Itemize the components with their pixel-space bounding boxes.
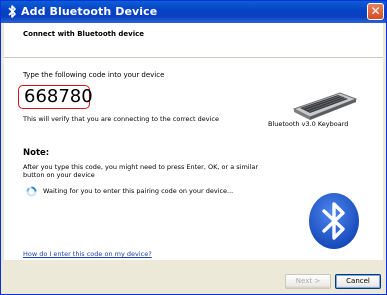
bluetooth-logo-icon (309, 193, 359, 249)
note-body: After you type this code, you might need… (23, 163, 259, 179)
next-button[interactable]: Next > (285, 274, 331, 289)
bluetooth-icon (8, 5, 16, 18)
cancel-button[interactable]: Cancel (335, 274, 381, 289)
add-bluetooth-device-window: Add Bluetooth Device ✕ Connect with Blue… (0, 0, 387, 295)
waiting-status: Waiting for you to enter this pairing co… (43, 187, 234, 195)
dialog-subtitle: Connect with Bluetooth device (23, 30, 145, 38)
pairing-code: 668780 (24, 86, 93, 107)
busy-spinner-icon (26, 186, 37, 197)
pairing-instruction: Type the following code into your device (23, 71, 165, 79)
device-name: Bluetooth v3.0 Keyboard (268, 120, 349, 128)
title-bar[interactable]: Add Bluetooth Device ✕ (1, 1, 386, 23)
keyboard-icon (292, 92, 358, 120)
note-title: Note: (23, 148, 50, 158)
window-title: Add Bluetooth Device (21, 5, 158, 18)
help-link[interactable]: How do I enter this code on my device? (23, 250, 152, 258)
dialog-footer: Next > Cancel (4, 260, 383, 293)
header-band: Connect with Bluetooth device (4, 23, 383, 58)
close-button[interactable]: ✕ (367, 3, 384, 20)
close-icon: ✕ (370, 4, 381, 18)
verify-text: This will verify that you are connecting… (23, 115, 219, 123)
dialog-content: Connect with Bluetooth device Type the f… (4, 23, 383, 260)
